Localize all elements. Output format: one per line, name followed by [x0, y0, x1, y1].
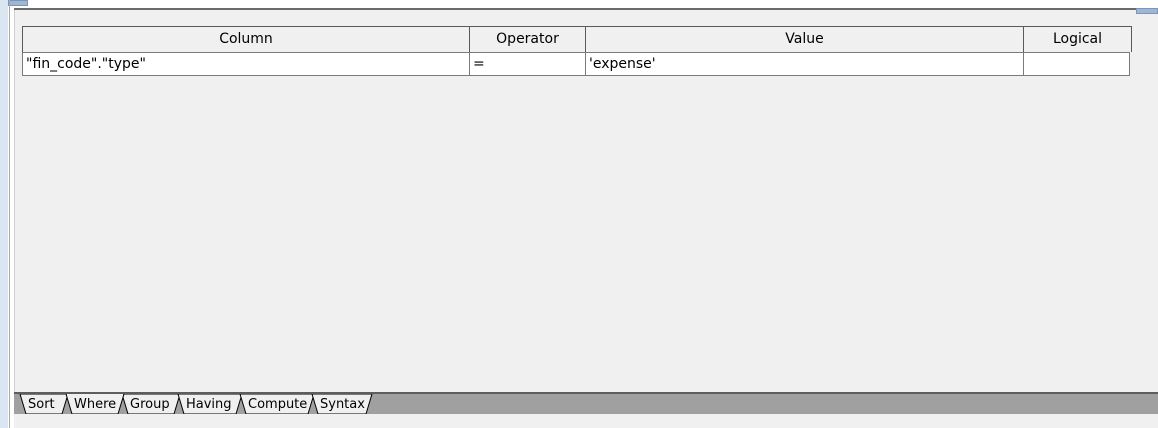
tab-where[interactable]: Where	[74, 397, 116, 413]
column-header[interactable]: Column	[22, 26, 470, 52]
logical-header[interactable]: Logical	[1024, 26, 1132, 52]
column-cell[interactable]: "fin_code"."type"	[22, 52, 470, 76]
tab-group[interactable]: Group	[130, 397, 170, 413]
query-criteria-window: Column Operator Value Logical "fin_code"…	[0, 0, 1158, 428]
value-header[interactable]: Value	[586, 26, 1024, 52]
tab-sort[interactable]: Sort	[28, 397, 55, 413]
panel-top-border	[14, 8, 1158, 10]
tab-syntax[interactable]: Syntax	[320, 397, 365, 413]
table-row: "fin_code"."type" = 'expense'	[22, 52, 1130, 76]
bottom-band	[14, 414, 1158, 428]
tab-bar: Sort Group Having Compute Syntax Where	[14, 392, 1158, 415]
right-frame-handle	[1136, 8, 1158, 14]
logical-cell[interactable]	[1024, 52, 1130, 76]
operator-cell[interactable]: =	[470, 52, 586, 76]
left-frame-handle	[8, 0, 28, 6]
tab-having[interactable]: Having	[186, 397, 232, 413]
criteria-panel: Column Operator Value Logical "fin_code"…	[12, 8, 1158, 428]
left-frame-strip	[0, 0, 8, 428]
grid-header-row: Column Operator Value Logical	[22, 26, 1132, 52]
left-frame-divider	[9, 0, 10, 428]
tab-compute[interactable]: Compute	[248, 397, 307, 413]
value-cell[interactable]: 'expense'	[586, 52, 1024, 76]
operator-header[interactable]: Operator	[470, 26, 586, 52]
